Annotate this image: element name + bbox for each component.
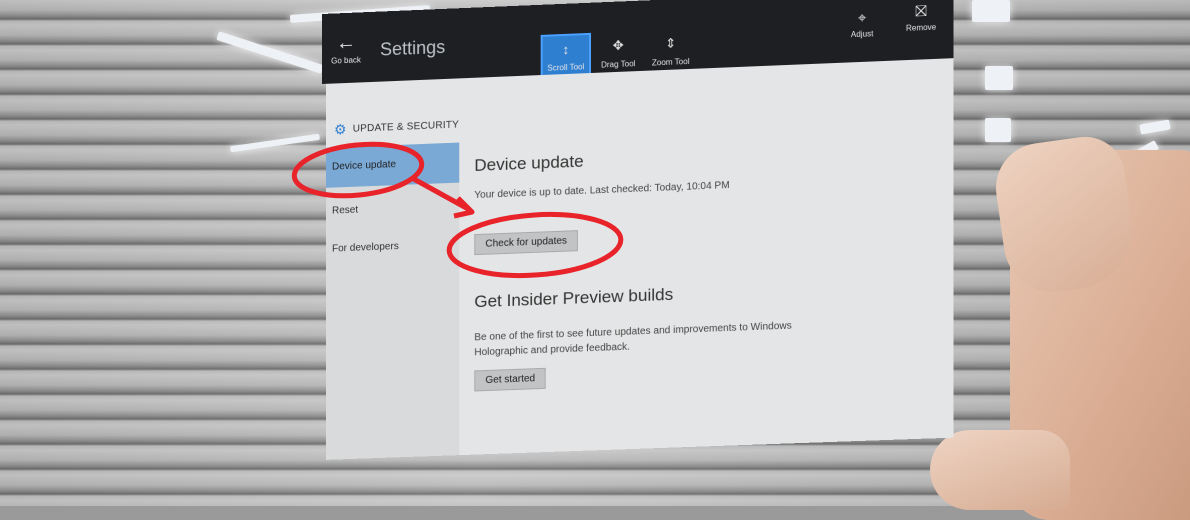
insider-preview-heading: Get Insider Preview builds bbox=[474, 284, 674, 312]
scroll-tool-label: Scroll Tool bbox=[547, 62, 585, 73]
device-update-heading: Device update bbox=[474, 151, 584, 175]
sidebar-item-for-developers[interactable]: For developers bbox=[326, 225, 459, 270]
sidebar-nav: Device update Reset For developers bbox=[325, 142, 460, 460]
update-status-text: Your device is up to date. Last checked:… bbox=[474, 179, 730, 202]
settings-hologram-window: ← Go back Settings ↕ Scroll Tool ✥ Drag … bbox=[322, 0, 954, 460]
adjust-label: Adjust bbox=[850, 29, 874, 40]
remove-icon: ⛝ bbox=[915, 2, 927, 21]
adjust-button[interactable]: ⌖ Adjust bbox=[840, 9, 885, 40]
user-thumb bbox=[930, 430, 1070, 510]
zoom-icon: ⇕ bbox=[665, 35, 677, 51]
app-title: Settings bbox=[380, 36, 446, 60]
back-arrow-icon: ← bbox=[336, 31, 357, 55]
main-panel: Device update Your device is up to date.… bbox=[474, 123, 949, 455]
scroll-icon: ↕ bbox=[562, 41, 570, 58]
go-back-label: Go back bbox=[331, 55, 361, 66]
remove-label: Remove bbox=[905, 22, 937, 33]
check-for-updates-button[interactable]: Check for updates bbox=[474, 230, 579, 256]
sidebar-item-device-update[interactable]: Device update bbox=[325, 142, 460, 188]
settings-content: ⚙ UPDATE & SECURITY Device update Reset F… bbox=[325, 58, 954, 460]
insider-preview-description: Be one of the first to see future update… bbox=[474, 320, 792, 359]
drag-icon: ✥ bbox=[612, 37, 624, 54]
get-started-button[interactable]: Get started bbox=[474, 367, 547, 392]
ceiling-light bbox=[972, 0, 1010, 22]
ceiling-light bbox=[985, 118, 1011, 142]
gear-icon: ⚙ bbox=[334, 121, 347, 138]
drag-tool-label: Drag Tool bbox=[601, 59, 636, 70]
remove-button[interactable]: ⛝ Remove bbox=[899, 2, 944, 33]
zoom-tool-label: Zoom Tool bbox=[651, 56, 690, 68]
adjust-icon: ⌖ bbox=[857, 9, 867, 27]
go-back-button[interactable]: ← Go back bbox=[328, 32, 364, 74]
ceiling-light bbox=[985, 66, 1013, 90]
section-title: UPDATE & SECURITY bbox=[352, 119, 460, 135]
section-header: ⚙ UPDATE & SECURITY bbox=[334, 116, 459, 138]
